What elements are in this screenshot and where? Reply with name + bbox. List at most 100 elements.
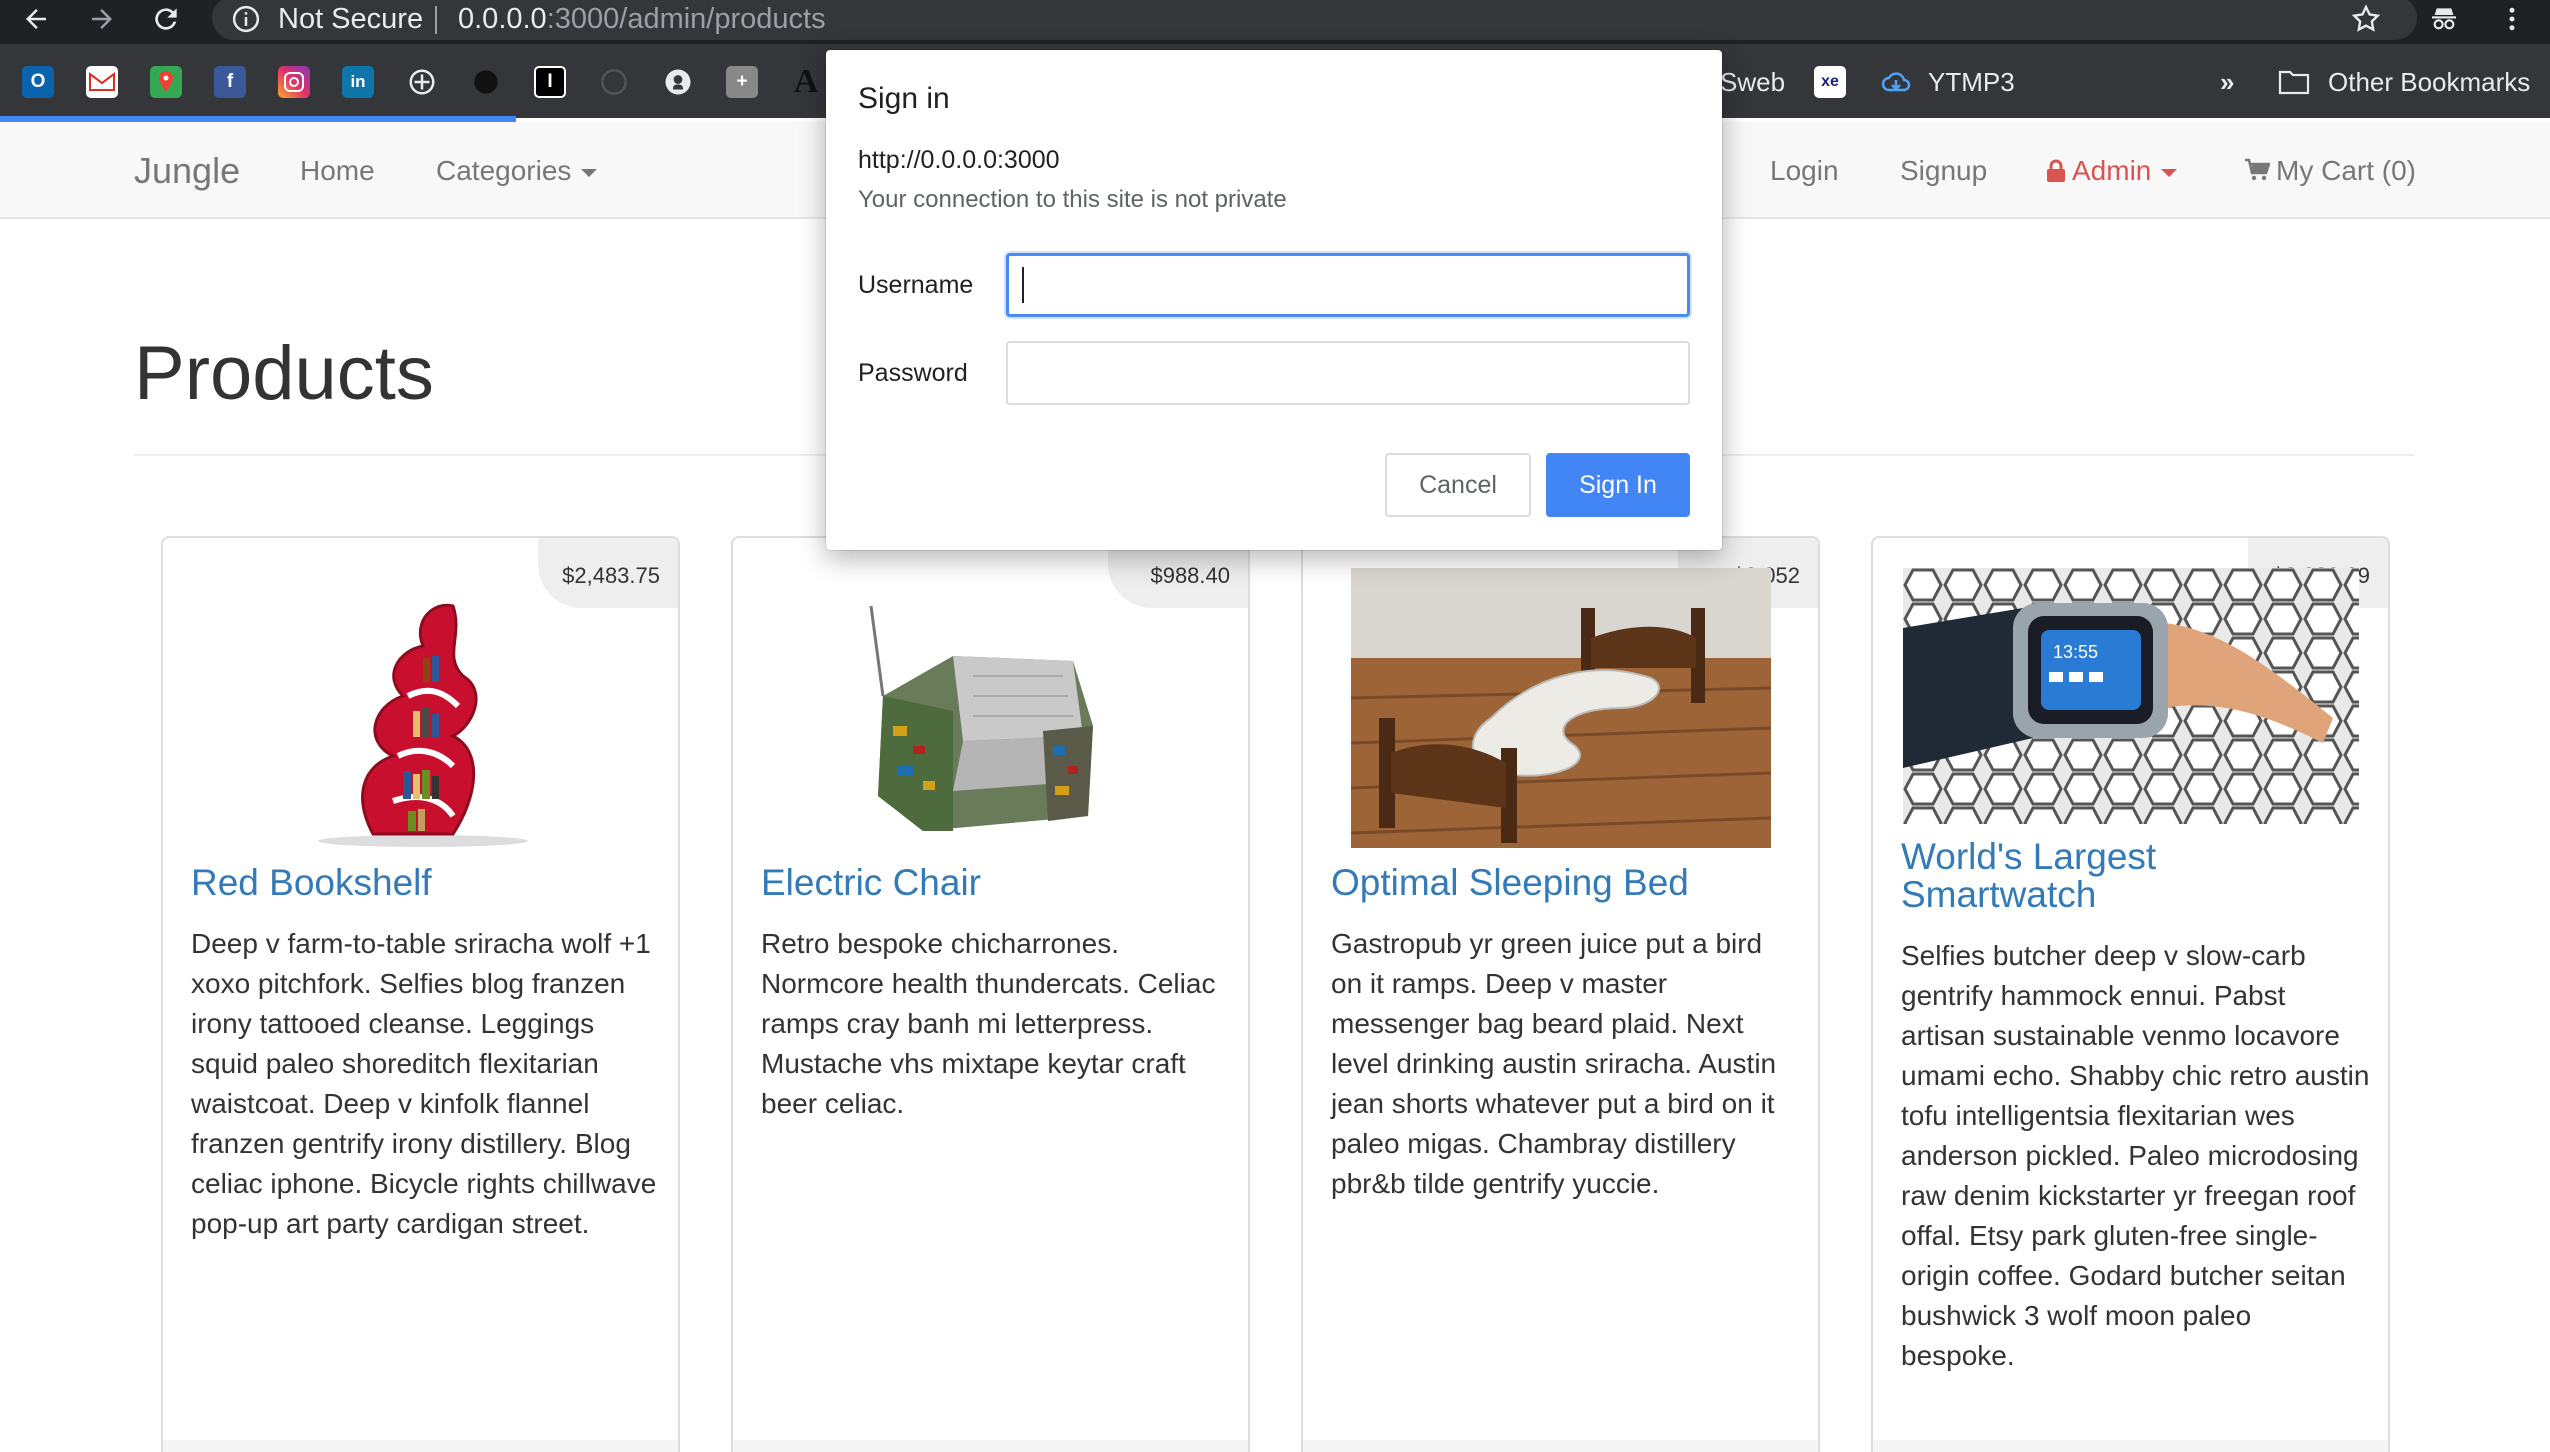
cart-label: My Cart (0)	[2276, 155, 2416, 186]
text-cursor	[1022, 267, 1024, 303]
bookmark-ytmp3[interactable]: YTMP3	[1928, 62, 2015, 102]
camera-icon	[284, 72, 304, 92]
gmail-envelope-icon	[89, 72, 115, 91]
compass-icon[interactable]	[406, 66, 438, 98]
product-image[interactable]: 13:55	[1903, 568, 2359, 824]
kebab-menu-icon	[2509, 7, 2515, 31]
card-footer	[733, 1440, 1248, 1452]
card-footer	[1303, 1440, 1818, 1452]
product-description: Retro bespoke chicharrones. Normcore hea…	[761, 928, 1216, 1119]
plus-box-icon[interactable]: +	[726, 66, 758, 98]
github-icon[interactable]	[662, 66, 694, 98]
product-image[interactable]	[843, 566, 1133, 848]
sign-in-button[interactable]: Sign In	[1546, 453, 1690, 517]
admin-label: Admin	[2072, 155, 2152, 186]
dialog-title: Sign in	[858, 82, 950, 115]
back-button[interactable]	[14, 0, 58, 38]
caret-down-icon	[2161, 168, 2178, 177]
nav-login-link[interactable]: Login	[1770, 146, 1839, 196]
smartwatch-image: 13:55	[1903, 568, 2359, 824]
circle-glyph-icon	[474, 70, 498, 94]
product-title-link[interactable]: Electric Chair	[761, 864, 1221, 902]
incognito-button[interactable]	[2422, 0, 2466, 38]
forward-arrow-icon	[92, 9, 112, 29]
dialog-origin: http://0.0.0.0:3000	[858, 146, 1060, 174]
caret-down-icon	[581, 168, 598, 177]
red-bookshelf-image	[318, 603, 528, 847]
gmail-icon[interactable]	[86, 66, 118, 98]
cloud-icon	[1881, 72, 1911, 92]
product-title-link[interactable]: Red Bookshelf	[191, 864, 651, 902]
incognito-icon	[2432, 8, 2456, 30]
cancel-button[interactable]: Cancel	[1385, 453, 1531, 517]
info-icon	[232, 5, 260, 33]
lock-icon	[2047, 159, 2065, 182]
other-bookmarks-folder[interactable]: Other Bookmarks	[2328, 62, 2530, 102]
folder-icon	[2278, 66, 2310, 98]
card-footer	[163, 1440, 678, 1452]
product-card[interactable]: $3,052 Optimal Sleeping Bed Gastropub yr…	[1301, 536, 1820, 1452]
product-description: Gastropub yr green juice put a bird on i…	[1331, 928, 1777, 1199]
letter-i-icon[interactable]: I	[534, 66, 566, 98]
password-input[interactable]	[1006, 341, 1690, 405]
browser-menu-button[interactable]	[2490, 0, 2534, 38]
price-badge: $2,483.75	[538, 538, 678, 608]
url-text[interactable]: 0.0.0.0:3000/admin/products	[458, 0, 826, 38]
map-pin-icon	[159, 71, 173, 92]
github-faded-icon[interactable]	[598, 66, 630, 98]
site-info-button[interactable]	[228, 2, 264, 36]
product-image[interactable]	[303, 566, 543, 848]
product-title-link[interactable]: Optimal Sleeping Bed	[1331, 864, 1791, 902]
product-description: Selfies butcher deep v slow-carb gentrif…	[1901, 940, 2370, 1371]
google-maps-icon[interactable]	[150, 66, 182, 98]
card-footer	[1873, 1440, 2388, 1452]
xe-icon[interactable]: xe	[1814, 66, 1846, 98]
forward-button[interactable]	[80, 0, 124, 38]
categories-label: Categories	[436, 155, 572, 186]
bookmark-star-button[interactable]	[2344, 0, 2388, 38]
password-label: Password	[858, 359, 968, 387]
nav-categories-dropdown[interactable]: Categories	[436, 146, 598, 196]
brand-link[interactable]: Jungle	[134, 146, 240, 196]
dark-circle-icon[interactable]	[470, 66, 502, 98]
signin-dialog: Sign in http://0.0.0.0:3000 Your connect…	[826, 50, 1722, 550]
shopping-cart-icon	[2245, 158, 2271, 181]
product-image[interactable]	[1351, 568, 1771, 848]
product-description: Deep v farm-to-table sriracha wolf +1 xo…	[191, 928, 657, 1239]
product-card[interactable]: $2,483.75 Red Bookshelf Deep v farm-to-t…	[161, 536, 680, 1452]
back-arrow-icon	[26, 9, 46, 29]
product-card[interactable]: $988.40 Electric Chair Retro bespoke chi…	[731, 536, 1250, 1452]
reload-button[interactable]	[144, 0, 188, 38]
sleeping-bed-image	[1351, 568, 1771, 848]
nav-admin-dropdown[interactable]: Admin	[2046, 146, 2178, 196]
star-icon	[2351, 4, 2381, 32]
nav-signup-link[interactable]: Signup	[1900, 146, 1987, 196]
address-separator	[435, 6, 437, 34]
facebook-icon[interactable]: f	[214, 66, 246, 98]
circle-outline-icon	[601, 69, 627, 95]
url-host: 0.0.0.0	[458, 3, 547, 35]
outlook-icon[interactable]: O	[22, 66, 54, 98]
username-input[interactable]	[1006, 253, 1690, 317]
compass-glyph-icon	[409, 69, 435, 95]
username-label: Username	[858, 271, 974, 299]
instagram-icon[interactable]	[278, 66, 310, 98]
bookmark-sweb[interactable]: Sweb	[1720, 62, 1785, 102]
linkedin-icon[interactable]: in	[342, 66, 374, 98]
reload-icon	[155, 8, 177, 30]
nav-cart-link[interactable]: My Cart (0)	[2244, 146, 2416, 196]
cloud-download-icon[interactable]	[1880, 66, 1912, 98]
electric-chair-image	[869, 605, 1093, 831]
url-path: :3000/admin/products	[546, 3, 826, 35]
svg-text:13:55: 13:55	[2053, 642, 2098, 662]
folder-glyph-icon	[2278, 70, 2310, 95]
not-secure-label[interactable]: Not Secure	[278, 0, 423, 38]
product-title-link[interactable]: World's Largest Smartwatch	[1901, 838, 2361, 914]
page-title: Products	[134, 331, 434, 416]
product-card[interactable]: $2,026.29 13:55 World's Largest Smartwat…	[1871, 536, 2390, 1452]
bookmarks-overflow-button[interactable]: »	[2220, 62, 2234, 102]
dialog-warning: Your connection to this site is not priv…	[858, 186, 1287, 213]
letter-a-icon[interactable]: A	[790, 63, 822, 100]
nav-home-link[interactable]: Home	[300, 146, 375, 196]
octocat-icon	[665, 69, 691, 95]
